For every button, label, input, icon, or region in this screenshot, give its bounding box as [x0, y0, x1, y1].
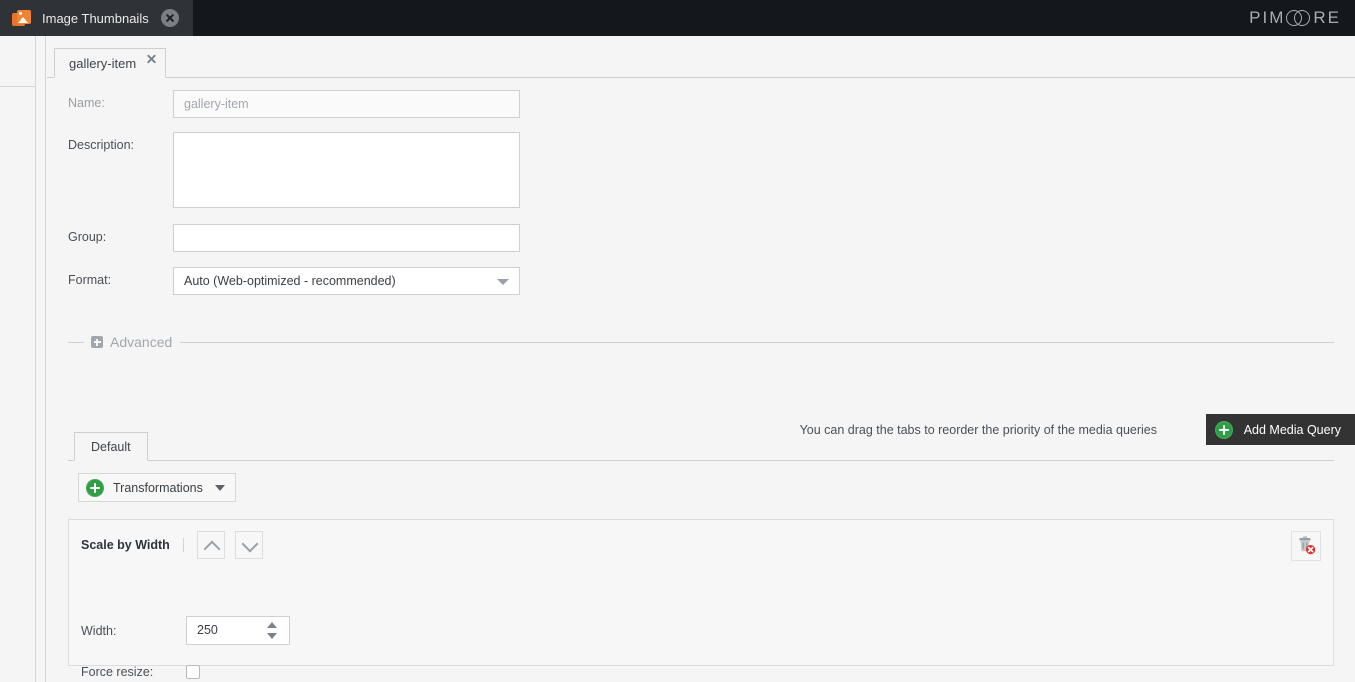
chevron-down-icon — [241, 535, 259, 553]
chevron-down-icon[interactable] — [214, 484, 225, 491]
fieldset-lead-line — [68, 341, 84, 343]
application-topbar: Image Thumbnails PIM RE — [0, 0, 1355, 36]
header-separator — [182, 538, 184, 552]
editor-tabstrip: gallery-item — [47, 48, 1355, 78]
tab-label: gallery-item — [69, 55, 137, 71]
close-icon[interactable] — [146, 54, 157, 65]
force-resize-label: Force resize: — [81, 665, 154, 679]
name-label: Name: — [68, 96, 105, 110]
brand-o-rings-icon — [1286, 9, 1312, 27]
move-up-button[interactable] — [196, 531, 225, 559]
delete-transformation-button[interactable] — [1291, 531, 1321, 561]
app-tab-image-thumbnails[interactable]: Image Thumbnails — [0, 0, 193, 36]
force-resize-checkbox[interactable] — [186, 665, 200, 679]
plus-square-icon[interactable] — [91, 336, 103, 348]
field-row-force-resize: Force resize: — [81, 665, 200, 679]
chevron-down-icon — [497, 279, 509, 285]
field-row-description: Description: — [68, 132, 520, 208]
format-select[interactable]: Auto (Web-optimized - recommended) — [173, 267, 520, 295]
group-label: Group: — [68, 230, 107, 244]
spinner-down-icon[interactable] — [267, 633, 277, 639]
description-textarea[interactable] — [173, 132, 520, 208]
media-query-tabstrip: Default — [68, 432, 1334, 461]
media-tab-label: Default — [91, 439, 131, 454]
advanced-fieldset-toggle[interactable]: Advanced — [68, 332, 1334, 352]
transformation-title: Scale by Width — [81, 538, 170, 552]
spinner-up-icon[interactable] — [267, 622, 277, 628]
width-label: Width: — [81, 623, 117, 638]
chevron-up-icon — [203, 540, 221, 558]
field-row-width: Width: 250 — [81, 616, 290, 645]
transformation-panel-scale-by-width: Scale by Width Width: 250 Force resize: — [68, 519, 1334, 679]
transformation-panel-header: Scale by Width — [81, 531, 273, 559]
left-tree-gutter — [37, 36, 46, 682]
width-spinner[interactable]: 250 — [186, 616, 290, 645]
brand-suffix: RE — [1313, 8, 1341, 27]
fieldset-trail-line — [180, 341, 1334, 343]
field-row-group: Group: — [68, 224, 520, 252]
media-tab-default[interactable]: Default — [74, 432, 148, 461]
advanced-label: Advanced — [110, 334, 173, 350]
format-label: Format: — [68, 273, 112, 287]
group-input[interactable] — [173, 224, 520, 252]
left-navigation-rail — [0, 36, 36, 682]
brand-prefix: PIM — [1249, 8, 1286, 27]
format-selected-value: Auto (Web-optimized - recommended) — [184, 274, 396, 288]
close-circle-icon[interactable] — [160, 9, 179, 27]
plus-circle-icon — [86, 478, 104, 497]
trash-delete-icon — [1299, 536, 1316, 555]
transformations-button[interactable]: Transformations — [78, 473, 236, 502]
rail-divider — [0, 86, 36, 87]
name-input[interactable] — [173, 90, 520, 118]
field-row-name: Name: — [68, 90, 520, 118]
description-label: Description: — [68, 138, 134, 152]
width-value: 250 — [197, 623, 218, 637]
editor-work-area: gallery-item Name: Description: Group: F… — [47, 36, 1355, 682]
tab-gallery-item[interactable]: gallery-item — [54, 48, 167, 78]
move-down-button[interactable] — [234, 531, 263, 559]
app-tab-label: Image Thumbnails — [42, 10, 149, 26]
transformations-label: Transformations — [113, 480, 203, 495]
image-stack-icon — [12, 9, 32, 27]
pimcore-logo: PIM RE — [1249, 7, 1341, 29]
field-row-format: Format: Auto (Web-optimized - recommende… — [68, 267, 520, 295]
